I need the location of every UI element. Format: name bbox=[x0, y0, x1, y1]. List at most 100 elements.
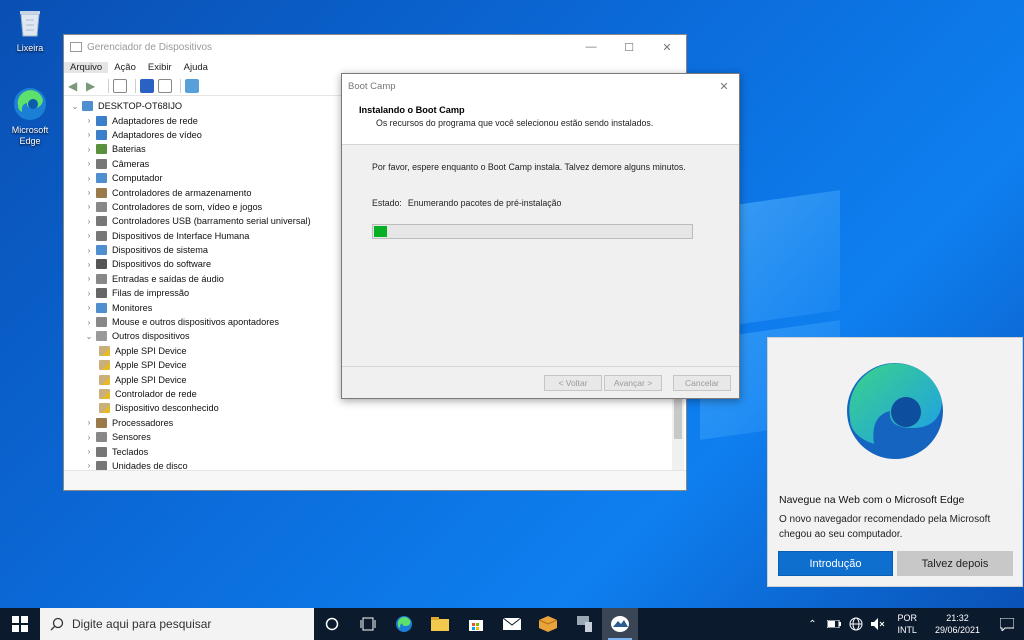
dialog-subheading: Os recursos do programa que você selecio… bbox=[376, 118, 654, 128]
close-button[interactable]: ✕ bbox=[709, 80, 739, 93]
close-button[interactable]: ✕ bbox=[648, 35, 686, 59]
search-placeholder: Digite aqui para pesquisar bbox=[72, 617, 212, 631]
back-arrow-icon[interactable]: ◀ bbox=[68, 79, 82, 93]
menu-acao[interactable]: Ação bbox=[108, 62, 142, 73]
bootcamp-icon[interactable] bbox=[602, 608, 638, 640]
tree-item-label: Dispositivos do software bbox=[112, 259, 212, 270]
details-icon[interactable] bbox=[158, 78, 172, 93]
clock-time: 21:32 bbox=[946, 613, 969, 623]
chevron-right-icon[interactable]: › bbox=[84, 246, 94, 255]
chevron-right-icon[interactable]: › bbox=[84, 188, 94, 197]
device-category-icon bbox=[96, 144, 107, 155]
start-button[interactable] bbox=[0, 608, 40, 640]
forward-arrow-icon[interactable]: ▶ bbox=[86, 79, 100, 93]
menu-ajuda[interactable]: Ajuda bbox=[178, 62, 214, 73]
device-category-icon bbox=[96, 158, 107, 169]
battery-icon[interactable] bbox=[826, 616, 842, 632]
chevron-right-icon[interactable]: › bbox=[84, 274, 94, 283]
tree-item-label: Adaptadores de rede bbox=[112, 115, 198, 126]
device-category-icon bbox=[96, 187, 107, 198]
tree-item-label: Câmeras bbox=[112, 158, 150, 169]
chevron-right-icon[interactable]: › bbox=[84, 130, 94, 139]
tree-category-item[interactable]: › Processadores bbox=[70, 416, 672, 430]
chevron-right-icon[interactable]: › bbox=[84, 447, 94, 456]
chevron-right-icon[interactable]: › bbox=[84, 145, 94, 154]
device-manager-icon[interactable] bbox=[566, 608, 602, 640]
menu-exibir[interactable]: Exibir bbox=[142, 62, 178, 73]
tree-item-label: Computador bbox=[112, 173, 163, 184]
file-explorer-icon[interactable] bbox=[422, 608, 458, 640]
desktop-icon-edge[interactable]: Microsoft Edge bbox=[0, 86, 60, 147]
tree-category-item[interactable]: › Teclados bbox=[70, 444, 672, 458]
notification-center-icon[interactable] bbox=[990, 617, 1024, 631]
network-globe-icon[interactable] bbox=[848, 616, 864, 632]
tree-item-label: Apple SPI Device bbox=[115, 345, 187, 356]
state-label: Estado: bbox=[372, 198, 402, 208]
chevron-down-icon[interactable]: ⌄ bbox=[84, 332, 94, 341]
task-view-icon[interactable] bbox=[350, 608, 386, 640]
chevron-right-icon[interactable]: › bbox=[84, 174, 94, 183]
clock-date: 29/06/2021 bbox=[934, 625, 980, 635]
tree-item-label: Monitores bbox=[112, 302, 153, 313]
computer-icon bbox=[82, 101, 93, 112]
chevron-right-icon[interactable]: › bbox=[84, 418, 94, 427]
recycle-bin-icon bbox=[12, 4, 48, 40]
chevron-right-icon[interactable]: › bbox=[84, 202, 94, 211]
menu-arquivo[interactable]: Arquivo bbox=[64, 62, 109, 73]
properties-icon[interactable] bbox=[113, 78, 127, 93]
chevron-up-icon[interactable]: ⌃ bbox=[804, 616, 820, 632]
taskbar-search[interactable]: Digite aqui para pesquisar bbox=[40, 608, 314, 640]
device-manager-titlebar[interactable]: Gerenciador de Dispositivos — ☐ ✕ bbox=[64, 35, 686, 59]
chevron-right-icon[interactable]: › bbox=[84, 116, 94, 125]
device-category-icon bbox=[96, 273, 107, 284]
tree-item-label: Filas de impressão bbox=[112, 288, 190, 299]
desktop-icon-recycle-bin[interactable]: Lixeira bbox=[0, 4, 60, 54]
chevron-right-icon[interactable]: › bbox=[84, 318, 94, 327]
cortana-icon[interactable] bbox=[314, 608, 350, 640]
tree-item-label: Adaptadores de vídeo bbox=[112, 129, 202, 140]
mail-icon[interactable] bbox=[494, 608, 530, 640]
scan-monitor-icon[interactable] bbox=[185, 78, 199, 93]
store-icon[interactable] bbox=[458, 608, 494, 640]
device-category-icon bbox=[96, 129, 107, 140]
tree-item-label: Processadores bbox=[112, 417, 174, 428]
device-category-icon bbox=[96, 302, 107, 313]
device-category-icon bbox=[96, 115, 107, 126]
warning-device-icon bbox=[99, 345, 110, 356]
tree-device-item[interactable]: Dispositivo desconhecido bbox=[70, 401, 672, 415]
volume-muted-icon[interactable] bbox=[870, 616, 886, 632]
chevron-right-icon[interactable]: › bbox=[84, 433, 94, 442]
edge-icon[interactable] bbox=[386, 608, 422, 640]
system-tray: ⌃ POR INTL 21:32 29/06/2021 bbox=[801, 612, 1024, 636]
next-button[interactable]: Avançar > bbox=[604, 374, 662, 391]
chevron-right-icon[interactable]: › bbox=[84, 231, 94, 240]
get-started-button[interactable]: Introdução bbox=[778, 551, 893, 576]
clock[interactable]: 21:32 29/06/2021 bbox=[935, 612, 980, 636]
chevron-right-icon[interactable]: › bbox=[84, 217, 94, 226]
chevron-right-icon[interactable]: › bbox=[84, 260, 94, 269]
help-icon[interactable] bbox=[140, 78, 154, 93]
tree-category-item[interactable]: › Sensores bbox=[70, 430, 672, 444]
back-button[interactable]: < Voltar bbox=[544, 374, 602, 391]
progress-bar bbox=[372, 224, 693, 239]
desktop-icon-label: Microsoft Edge bbox=[11, 125, 49, 146]
edge-logo-icon bbox=[840, 356, 950, 466]
bootcamp-titlebar[interactable]: Boot Camp ✕ bbox=[342, 74, 739, 98]
tree-item-label: Controladores de som, vídeo e jogos bbox=[112, 201, 263, 212]
language-code: POR bbox=[897, 613, 917, 623]
install-message: Por favor, espere enquanto o Boot Camp i… bbox=[372, 162, 686, 172]
warning-device-icon bbox=[99, 360, 110, 371]
device-category-icon bbox=[96, 446, 107, 457]
tree-item-label: Controladores USB (barramento serial uni… bbox=[112, 216, 311, 227]
input-language[interactable]: POR INTL bbox=[897, 612, 917, 636]
chevron-right-icon[interactable]: › bbox=[84, 159, 94, 168]
bootcamp-package-icon[interactable] bbox=[530, 608, 566, 640]
maximize-button[interactable]: ☐ bbox=[610, 35, 648, 59]
chevron-down-icon[interactable]: ⌄ bbox=[70, 102, 80, 111]
device-category-icon bbox=[96, 317, 107, 328]
cancel-button[interactable]: Cancelar bbox=[673, 374, 731, 391]
maybe-later-button[interactable]: Talvez depois bbox=[897, 551, 1013, 576]
chevron-right-icon[interactable]: › bbox=[84, 303, 94, 312]
chevron-right-icon[interactable]: › bbox=[84, 289, 94, 298]
minimize-button[interactable]: — bbox=[572, 35, 610, 59]
